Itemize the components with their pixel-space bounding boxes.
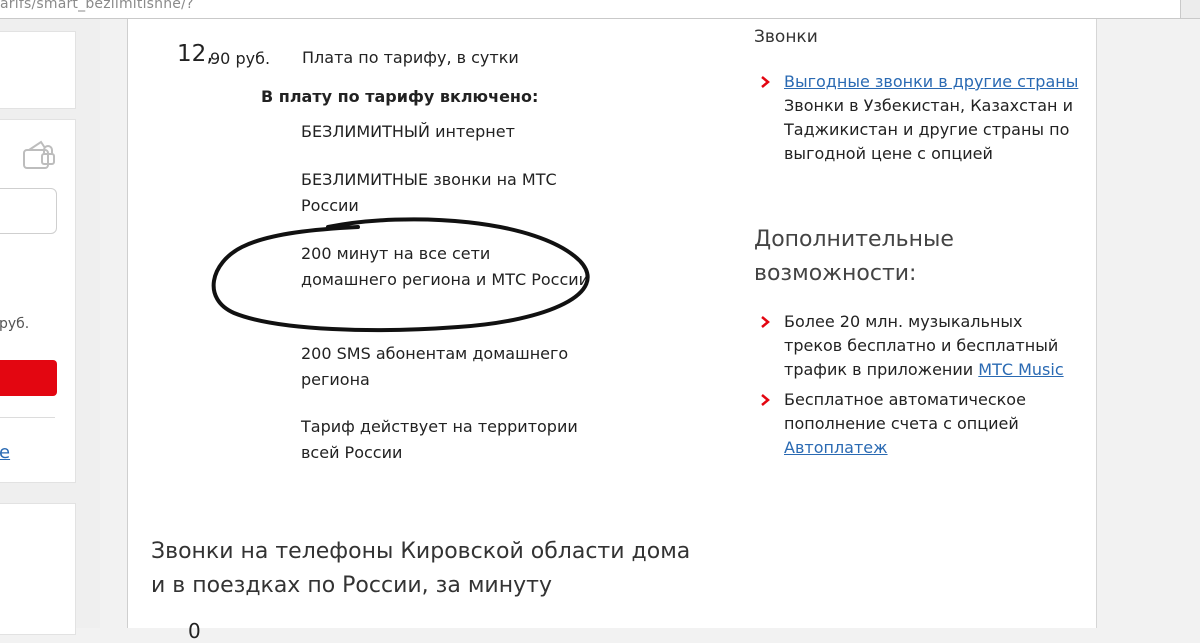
autopay-link[interactable]: Автоплатеж xyxy=(784,438,888,457)
left-link-fragment[interactable]: e xyxy=(0,442,10,463)
calls-heading: Звонки xyxy=(754,27,818,47)
left-card-bottom xyxy=(0,503,76,635)
chevron-right-icon xyxy=(761,394,770,406)
left-price-fragment: руб. xyxy=(0,316,30,332)
feature-200-minutes: 200 минут на все сети домашнего региона … xyxy=(301,244,590,289)
address-bar-end xyxy=(1180,0,1200,19)
price-fraction: 90 руб. xyxy=(210,49,271,68)
page-background-right xyxy=(1097,19,1200,628)
extra-features-heading: Дополнительные возможности: xyxy=(754,227,954,286)
left-column: руб. e xyxy=(0,19,100,635)
feature-200-sms: 200 SMS абонентам домашнего региона xyxy=(301,344,569,389)
autopay-feature-text: Бесплатное автоматическое пополнение сче… xyxy=(784,390,1026,433)
chevron-right-icon xyxy=(761,76,770,88)
mts-music-link[interactable]: МТС Music xyxy=(978,360,1063,379)
left-divider xyxy=(0,417,55,418)
wallet-lock-icon xyxy=(23,140,55,169)
included-heading: В плату по тарифу включено: xyxy=(261,87,539,106)
chevron-right-icon xyxy=(761,316,770,328)
left-amount-input[interactable] xyxy=(0,188,57,234)
address-bar[interactable]: arifs/smart_bezlimitishhe/? xyxy=(0,0,1180,19)
price-description: Плата по тарифу, в сутки xyxy=(302,48,519,67)
left-card-payment: руб. e xyxy=(0,119,76,483)
autopay-feature-item: Бесплатное автоматическое пополнение сче… xyxy=(784,388,1084,460)
music-feature-item: Более 20 млн. музыкальных треков бесплат… xyxy=(784,310,1084,382)
feature-russia-coverage: Тариф действует на территории всей Росси… xyxy=(301,417,578,462)
tariff-main-panel: 12, 90 руб. Плата по тарифу, в сутки В п… xyxy=(127,19,725,643)
calls-item: Выгодные звонки в другие страны Звонки в… xyxy=(784,70,1084,166)
international-calls-description: Звонки в Узбекистан, Казахстан и Таджики… xyxy=(784,96,1073,163)
feature-unlimited-mts-calls: БЕЗЛИМИТНЫЕ звонки на МТС России xyxy=(301,170,557,215)
calls-section-heading: Звонки на телефоны Кировской области дом… xyxy=(151,539,691,598)
feature-unlimited-internet: БЕЗЛИМИТНЫЙ интернет xyxy=(301,122,515,141)
cut-off-value: 0 xyxy=(188,619,201,643)
international-calls-link[interactable]: Выгодные звонки в другие страны xyxy=(784,72,1078,91)
right-sidebar: Звонки Выгодные звонки в другие страны З… xyxy=(724,19,1097,628)
left-red-button[interactable] xyxy=(0,360,57,396)
address-bar-url[interactable]: arifs/smart_bezlimitishhe/? xyxy=(0,0,194,12)
left-card-top xyxy=(0,31,76,109)
price-integer: 12, xyxy=(177,41,214,67)
